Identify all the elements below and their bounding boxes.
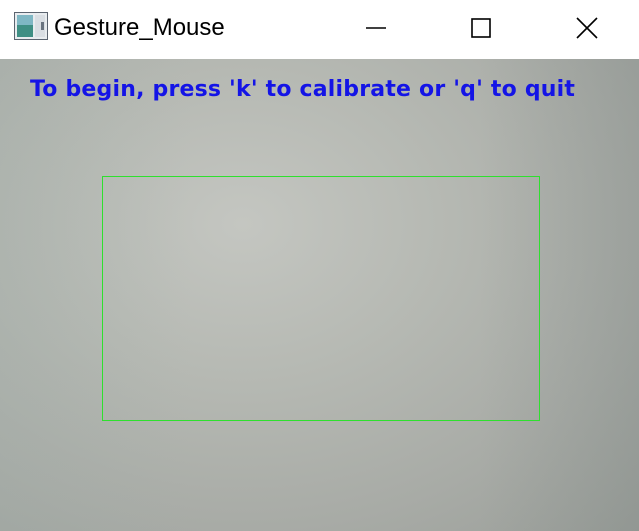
- window-title: Gesture_Mouse: [54, 14, 225, 41]
- calibration-region-box: [102, 176, 540, 421]
- close-icon: [576, 16, 598, 39]
- instruction-text: To begin, press 'k' to calibrate or 'q' …: [30, 77, 576, 102]
- minimize-icon: [366, 18, 386, 38]
- camera-feed: To begin, press 'k' to calibrate or 'q' …: [0, 59, 639, 531]
- maximize-icon: [471, 17, 491, 38]
- close-button[interactable]: [552, 0, 622, 55]
- maximize-button[interactable]: [446, 0, 516, 55]
- title-bar[interactable]: Gesture_Mouse: [0, 0, 639, 59]
- minimize-button[interactable]: [341, 0, 411, 55]
- app-icon: [14, 12, 48, 40]
- gesture-mouse-window: Gesture_Mouse To begin, press 'k' to cal…: [0, 0, 639, 531]
